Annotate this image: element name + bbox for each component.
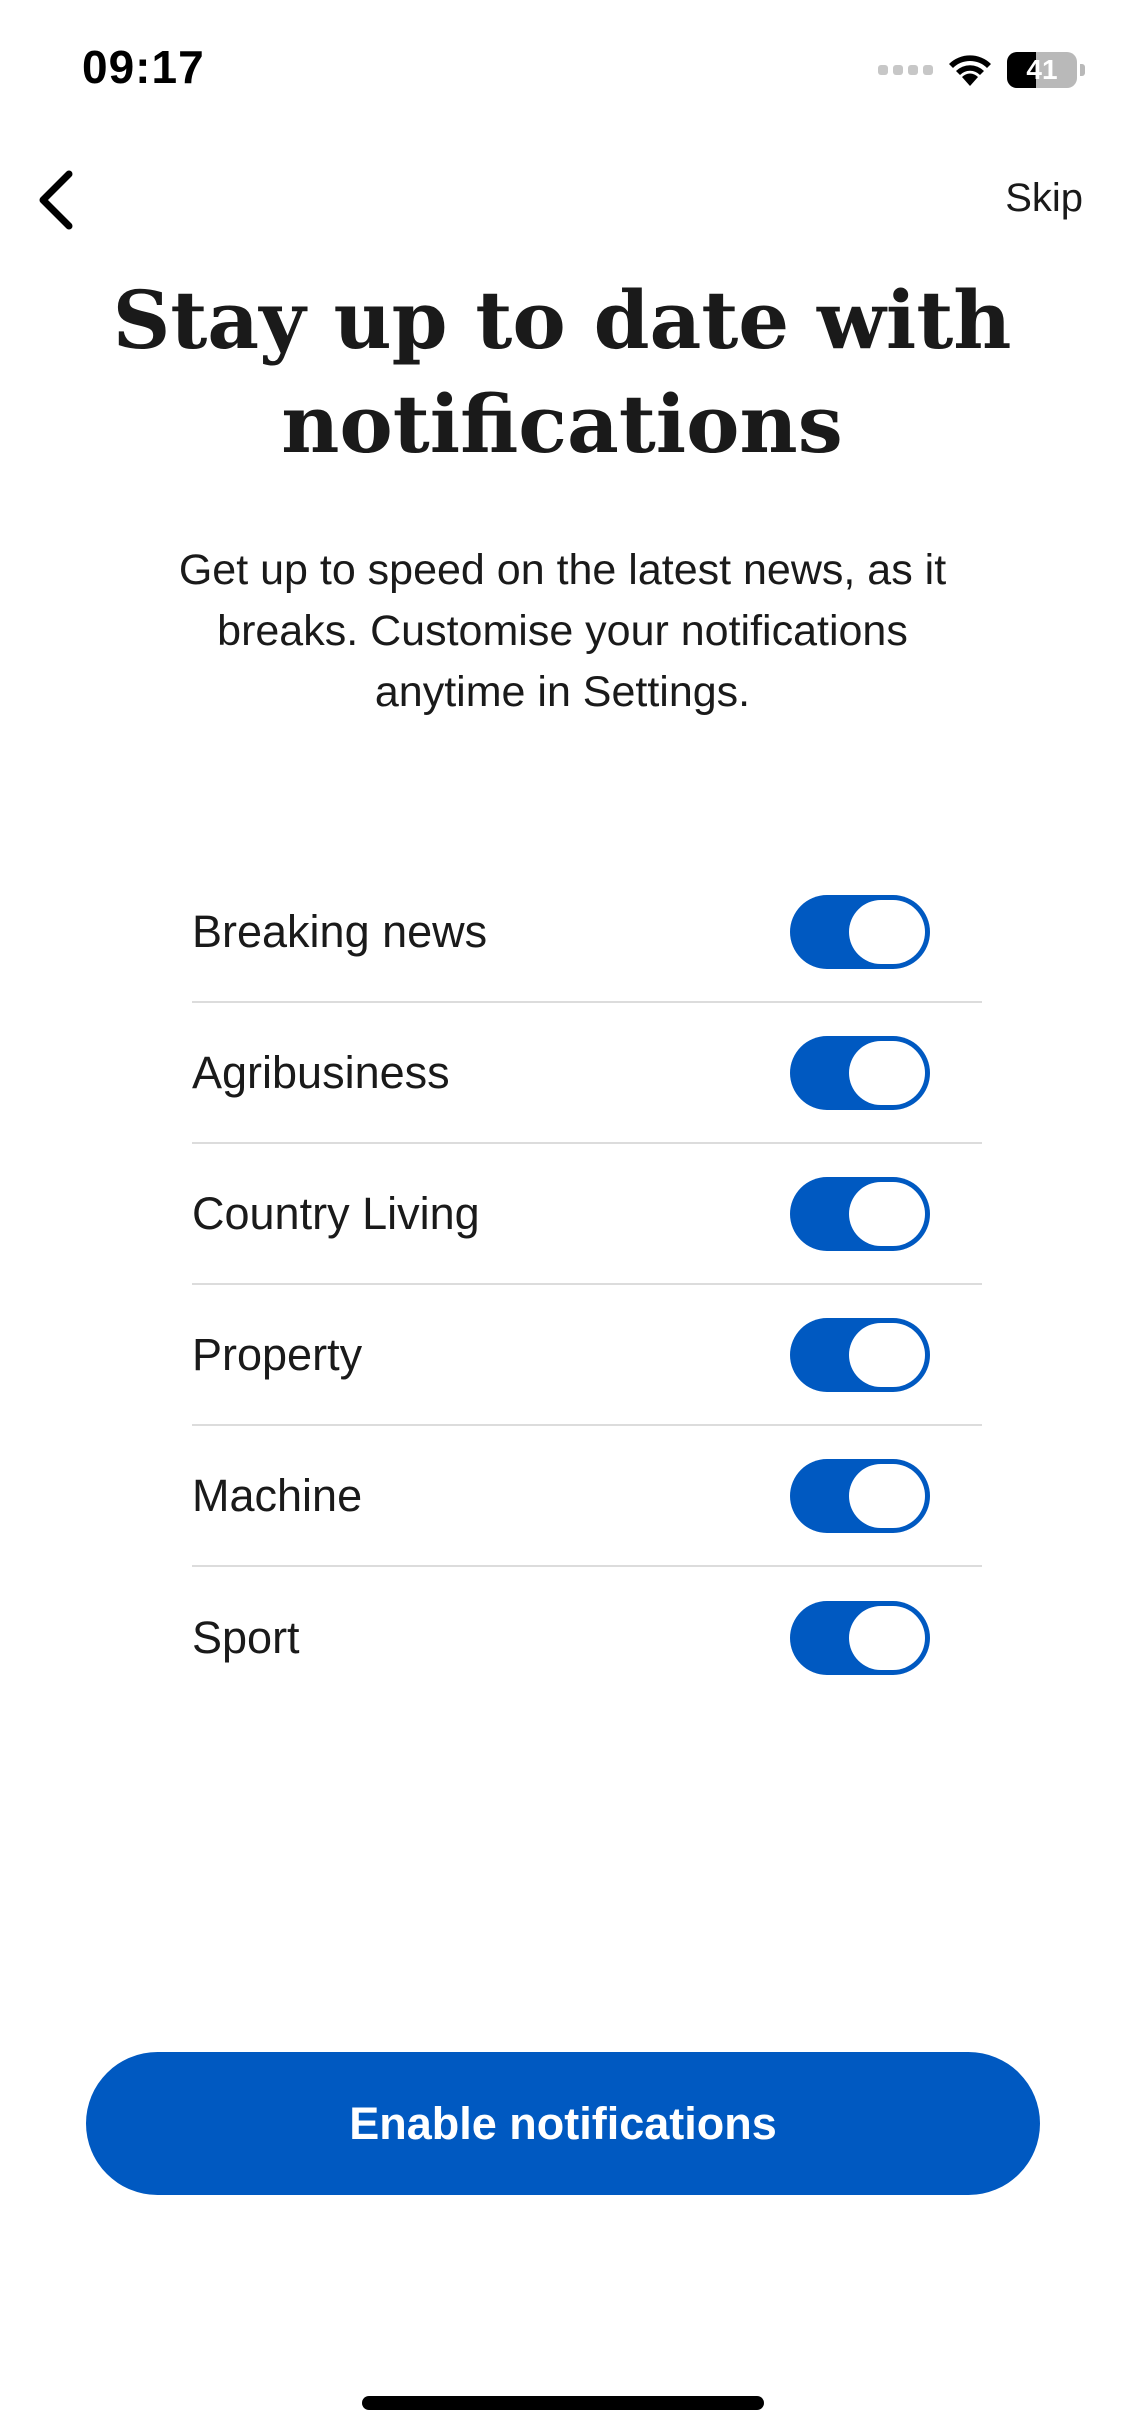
topic-label: Sport xyxy=(192,1611,300,1663)
topic-label: Property xyxy=(192,1328,363,1380)
machine-toggle[interactable] xyxy=(790,1458,930,1533)
status-time: 09:17 xyxy=(82,41,205,93)
battery-icon: 41 xyxy=(1007,52,1077,88)
topic-label: Agribusiness xyxy=(192,1046,450,1098)
topic-row-property: Property xyxy=(192,1285,982,1426)
page-subtitle: Get up to speed on the latest news, as i… xyxy=(178,546,947,716)
chevron-left-icon xyxy=(39,170,73,230)
country-living-toggle[interactable] xyxy=(790,1176,930,1251)
topic-row-country-living: Country Living xyxy=(192,1144,982,1285)
agribusiness-toggle[interactable] xyxy=(790,1035,930,1110)
status-bar: 09:17 41 xyxy=(0,0,1125,140)
topic-row-sport: Sport xyxy=(192,1567,982,1708)
wifi-icon xyxy=(947,53,993,87)
topic-label: Country Living xyxy=(192,1187,480,1239)
skip-button[interactable]: Skip xyxy=(1005,176,1083,221)
enable-notifications-button[interactable]: Enable notifications xyxy=(86,2052,1040,2195)
toggle-knob xyxy=(849,1040,925,1105)
topic-label: Machine xyxy=(192,1469,363,1521)
toggle-knob xyxy=(849,1605,925,1670)
status-icons: 41 xyxy=(878,48,1085,92)
topic-row-agribusiness: Agribusiness xyxy=(192,1003,982,1144)
back-button[interactable] xyxy=(20,160,90,240)
topic-row-breaking-news: Breaking news xyxy=(192,862,982,1003)
toggle-knob xyxy=(849,899,925,964)
topic-row-machine: Machine xyxy=(192,1426,982,1567)
battery-nub xyxy=(1080,64,1085,76)
toggle-knob xyxy=(849,1463,925,1528)
breaking-news-toggle[interactable] xyxy=(790,894,930,969)
notification-topic-list: Breaking news Agribusiness Country Livin… xyxy=(192,862,982,1708)
property-toggle[interactable] xyxy=(790,1317,930,1392)
signal-icon xyxy=(878,65,933,75)
battery-level-text: 41 xyxy=(1026,54,1058,85)
toggle-knob xyxy=(849,1181,925,1246)
home-indicator[interactable] xyxy=(362,2396,764,2410)
sport-toggle[interactable] xyxy=(790,1600,930,1675)
page-title: Stay up to date with notifications xyxy=(112,273,1012,471)
topic-label: Breaking news xyxy=(192,905,488,957)
toggle-knob xyxy=(849,1322,925,1387)
